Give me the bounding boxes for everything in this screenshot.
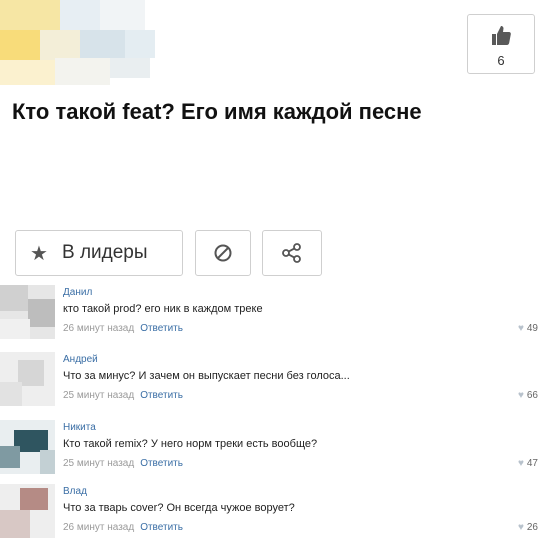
like-button[interactable]: 6 bbox=[467, 14, 535, 74]
share-button[interactable] bbox=[262, 230, 322, 276]
reply-link[interactable]: Ответить bbox=[140, 458, 183, 469]
comment-time: 25 минут назад bbox=[63, 458, 135, 469]
comment-time: 25 минут назад bbox=[63, 390, 135, 401]
comment-author[interactable]: Данил bbox=[63, 287, 92, 298]
leader-button[interactable]: ★ В лидеры bbox=[15, 230, 183, 276]
comment-item: Никита Кто такой remix? У него норм трек… bbox=[0, 420, 550, 486]
reply-link[interactable]: Ответить bbox=[140, 390, 183, 401]
comment-avatar bbox=[0, 285, 55, 339]
block-icon bbox=[214, 244, 232, 262]
comment-text: кто такой prod? его ник в каждом треке bbox=[63, 303, 263, 315]
heart-icon: ♥ bbox=[517, 522, 524, 533]
share-icon bbox=[282, 243, 301, 263]
comment-author[interactable]: Андрей bbox=[63, 354, 98, 365]
thumbs-up-icon bbox=[492, 26, 511, 45]
comment-avatar bbox=[0, 420, 55, 474]
comment-time: 26 минут назад bbox=[63, 522, 135, 533]
reply-link[interactable]: Ответить bbox=[140, 323, 183, 334]
comment-meta: 26 минут назад Ответить bbox=[63, 323, 183, 334]
comment-likes[interactable]: ♥ 47 bbox=[518, 458, 538, 469]
comment-like-count: 47 bbox=[526, 458, 538, 469]
comment-like-count: 49 bbox=[526, 323, 538, 334]
comment-time: 26 минут назад bbox=[63, 323, 135, 334]
comment-meta: 25 минут назад Ответить bbox=[63, 458, 183, 469]
comment-text: Что за тварь cover? Он всегда чужое вору… bbox=[63, 502, 295, 514]
heart-icon: ♥ bbox=[517, 458, 524, 469]
comment-meta: 26 минут назад Ответить bbox=[63, 522, 183, 533]
comment-text: Кто такой remix? У него норм треки есть … bbox=[63, 438, 318, 450]
like-count: 6 bbox=[497, 53, 505, 68]
heart-icon: ♥ bbox=[517, 323, 524, 334]
comment-avatar bbox=[0, 484, 55, 538]
comment-item: Влад Что за тварь cover? Он всегда чужое… bbox=[0, 484, 550, 550]
block-button[interactable] bbox=[195, 230, 251, 276]
post-title: Кто такой feat? Его имя каждой песне bbox=[12, 99, 422, 124]
comment-likes[interactable]: ♥ 49 bbox=[518, 323, 538, 334]
reply-link[interactable]: Ответить bbox=[140, 522, 183, 533]
comment-like-count: 26 bbox=[526, 522, 538, 533]
star-icon: ★ bbox=[30, 243, 48, 265]
leader-button-label: В лидеры bbox=[62, 242, 148, 263]
comment-author[interactable]: Никита bbox=[63, 422, 96, 433]
comment-like-count: 66 bbox=[526, 390, 538, 401]
comment-likes[interactable]: ♥ 26 bbox=[518, 522, 538, 533]
comment-avatar bbox=[0, 352, 55, 406]
comment-likes[interactable]: ♥ 66 bbox=[518, 390, 538, 401]
comment-item: Андрей Что за минус? И зачем он выпускае… bbox=[0, 352, 550, 418]
comment-text: Что за минус? И зачем он выпускает песни… bbox=[63, 370, 350, 382]
heart-icon: ♥ bbox=[517, 390, 524, 401]
comment-item: Данил кто такой prod? его ник в каждом т… bbox=[0, 285, 550, 351]
author-avatar-blurred bbox=[0, 0, 175, 85]
comment-meta: 25 минут назад Ответить bbox=[63, 390, 183, 401]
comment-author[interactable]: Влад bbox=[63, 486, 87, 497]
